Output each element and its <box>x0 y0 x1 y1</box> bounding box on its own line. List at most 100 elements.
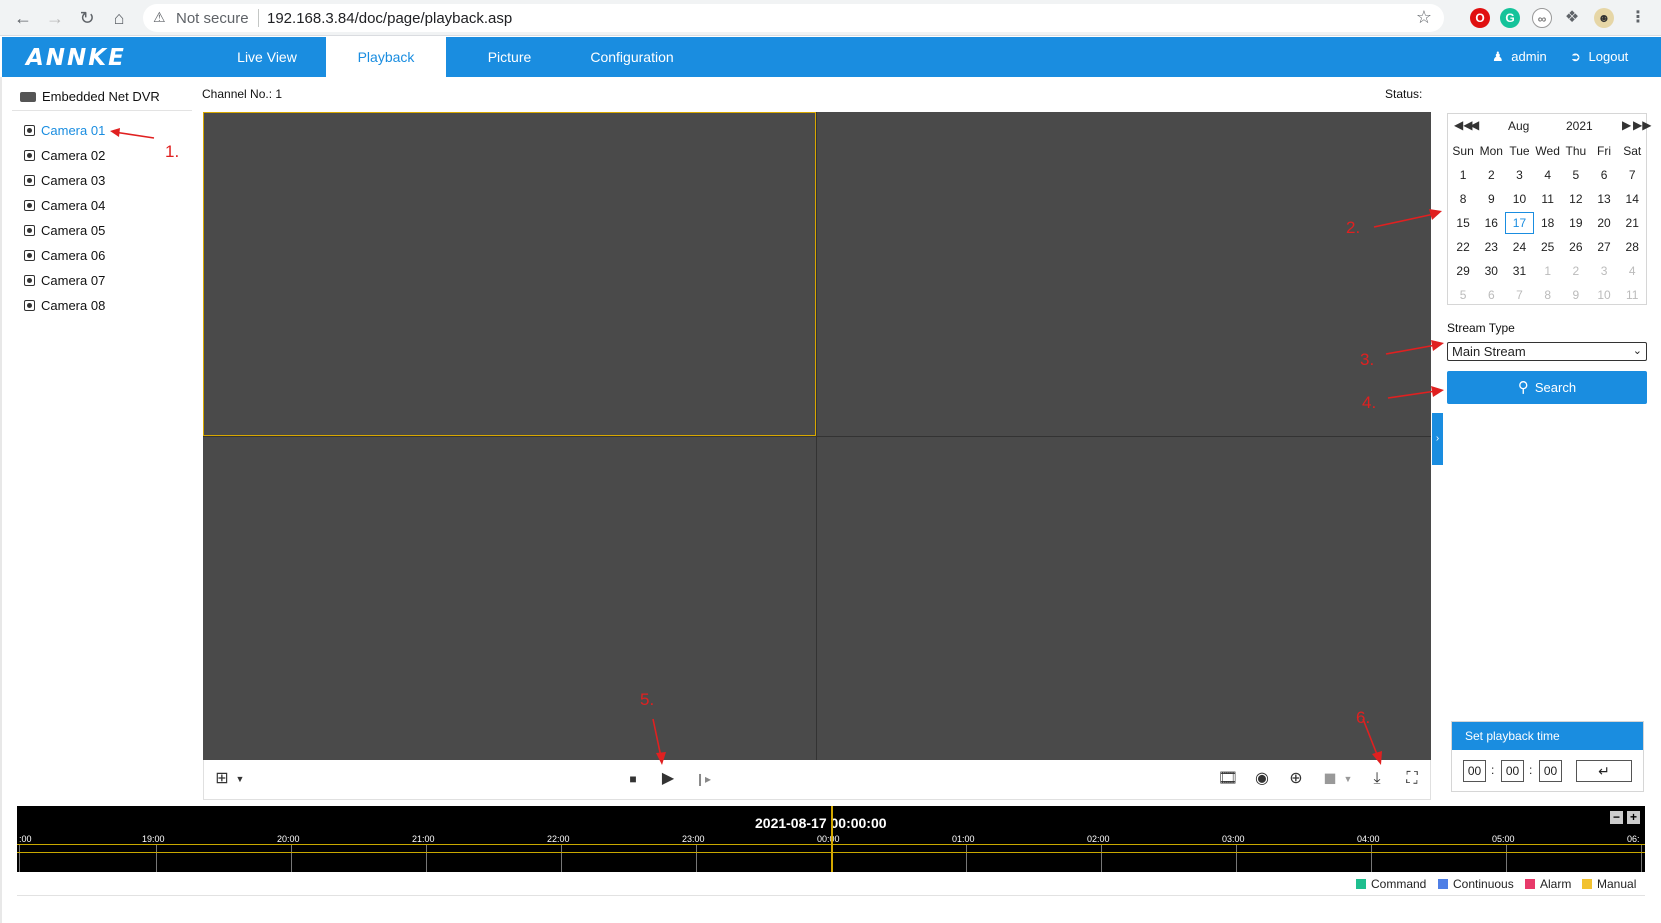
volume-dropdown-icon[interactable]: ▼ <box>1336 768 1360 790</box>
step-forward-icon[interactable]: ❙▸ <box>691 768 715 790</box>
calendar-day[interactable]: 19 <box>1562 211 1590 235</box>
camera-item-03[interactable]: Camera 03 <box>24 173 105 188</box>
calendar-day-next-month[interactable]: 6 <box>1477 283 1505 307</box>
calendar-day[interactable]: 29 <box>1449 259 1477 283</box>
tab-playback[interactable]: Playback <box>326 37 446 77</box>
calendar-day-next-month[interactable]: 11 <box>1618 283 1646 307</box>
video-pane-1[interactable] <box>203 112 816 436</box>
stop-icon[interactable]: ■ <box>621 768 645 790</box>
video-pane-2[interactable] <box>817 112 1431 436</box>
calendar-day[interactable]: 9 <box>1477 187 1505 211</box>
second-input[interactable]: 00 <box>1539 760 1562 782</box>
logout-button[interactable]: ➲ Logout <box>1570 37 1628 77</box>
calendar-day[interactable]: 26 <box>1562 235 1590 259</box>
next-month-icon[interactable]: ▶ <box>1622 118 1631 132</box>
url-text[interactable]: 192.168.3.84/doc/page/playback.asp <box>267 10 512 27</box>
snapshot-camera-icon[interactable]: ◉ <box>1250 768 1274 790</box>
calendar-day-next-month[interactable]: 3 <box>1590 259 1618 283</box>
calendar-day-next-month[interactable]: 5 <box>1449 283 1477 307</box>
calendar-day-next-month[interactable]: 1 <box>1534 259 1562 283</box>
calendar-day[interactable]: 3 <box>1505 163 1533 187</box>
extension-icon[interactable]: ∞ <box>1532 8 1552 28</box>
calendar-day-next-month[interactable]: 7 <box>1505 283 1533 307</box>
prev-month-icon[interactable]: ◀ <box>1470 118 1479 132</box>
calendar-day[interactable]: 18 <box>1534 211 1562 235</box>
timeline-zoom-out-icon[interactable]: − <box>1610 811 1623 824</box>
chevron-down-icon[interactable]: ▼ <box>228 768 252 790</box>
panel-toggle-button[interactable]: › <box>1432 413 1443 465</box>
extensions-puzzle-icon[interactable]: ❖ <box>1562 8 1582 28</box>
fullscreen-icon[interactable]: ⛶ <box>1400 768 1424 790</box>
timeline-bar[interactable]: 2021-08-17 00:00:00 − + :00 19:00 20:00 … <box>17 806 1645 872</box>
camera-item-06[interactable]: Camera 06 <box>24 248 105 263</box>
calendar-day[interactable]: 10 <box>1505 187 1533 211</box>
calendar-day[interactable]: 4 <box>1534 163 1562 187</box>
enter-button[interactable]: ↵ <box>1576 760 1632 782</box>
calendar-day[interactable]: 20 <box>1590 211 1618 235</box>
camera-item-08[interactable]: Camera 08 <box>24 298 105 313</box>
minute-input[interactable]: 00 <box>1501 760 1524 782</box>
calendar-day[interactable]: 6 <box>1590 163 1618 187</box>
camera-item-04[interactable]: Camera 04 <box>24 198 105 213</box>
weekday-label: Wed <box>1535 144 1560 158</box>
camera-item-01[interactable]: Camera 01 <box>24 123 105 138</box>
calendar-day[interactable]: 22 <box>1449 235 1477 259</box>
profile-avatar[interactable]: ☻ <box>1594 8 1614 28</box>
camera-item-07[interactable]: Camera 07 <box>24 273 105 288</box>
grammarly-extension-icon[interactable]: G <box>1500 8 1520 28</box>
calendar-day[interactable]: 16 <box>1477 211 1505 235</box>
camera-item-05[interactable]: Camera 05 <box>24 223 105 238</box>
calendar-day[interactable]: 24 <box>1505 235 1533 259</box>
next-year-icon[interactable]: ▶▶ <box>1633 118 1651 132</box>
tab-live-view[interactable]: Live View <box>192 37 342 77</box>
tab-picture[interactable]: Picture <box>462 37 557 77</box>
calendar-day[interactable]: 1 <box>1449 163 1477 187</box>
calendar-day[interactable]: 21 <box>1618 211 1646 235</box>
camera-item-02[interactable]: Camera 02 <box>24 148 105 163</box>
calendar-day-next-month[interactable]: 9 <box>1562 283 1590 307</box>
user-menu[interactable]: ♟ admin <box>1492 37 1547 77</box>
calendar-day[interactable]: 14 <box>1618 187 1646 211</box>
stream-type-select[interactable]: Main Stream ⌄ <box>1447 342 1647 361</box>
calendar-day-next-month[interactable]: 10 <box>1590 283 1618 307</box>
camera-label: Camera 03 <box>41 173 106 188</box>
calendar-day-next-month[interactable]: 4 <box>1618 259 1646 283</box>
address-bar[interactable]: ⚠ Not secure 192.168.3.84/doc/page/playb… <box>143 4 1444 32</box>
calendar-day-selected[interactable]: 17 <box>1505 212 1534 234</box>
calendar-day[interactable]: 28 <box>1618 235 1646 259</box>
reload-icon[interactable]: ↻ <box>76 7 98 29</box>
calendar-day-next-month[interactable]: 2 <box>1562 259 1590 283</box>
play-icon[interactable]: ▶ <box>656 768 680 790</box>
back-icon[interactable]: ← <box>12 7 34 29</box>
menu-dots-icon[interactable]: ⋮ <box>1628 8 1648 28</box>
device-tree-root[interactable]: Embedded Net DVR <box>20 89 160 104</box>
calendar-day-next-month[interactable]: 8 <box>1534 283 1562 307</box>
calendar-day[interactable]: 23 <box>1477 235 1505 259</box>
video-pane-4[interactable] <box>817 437 1431 760</box>
calendar-day[interactable]: 13 <box>1590 187 1618 211</box>
zoom-icon[interactable]: ⊕ <box>1284 768 1308 790</box>
calendar-day[interactable]: 2 <box>1477 163 1505 187</box>
calendar-day[interactable]: 5 <box>1562 163 1590 187</box>
home-icon[interactable]: ⌂ <box>108 7 130 29</box>
timeline-cursor[interactable] <box>831 806 833 872</box>
calendar-day[interactable]: 8 <box>1449 187 1477 211</box>
clip-icon[interactable]: 🎞 <box>1216 768 1240 790</box>
calendar-day[interactable]: 27 <box>1590 235 1618 259</box>
calendar-day[interactable]: 25 <box>1534 235 1562 259</box>
tab-configuration[interactable]: Configuration <box>572 37 692 77</box>
timeline-zoom-in-icon[interactable]: + <box>1627 811 1640 824</box>
forward-icon[interactable]: → <box>44 7 66 29</box>
bookmark-star-icon[interactable]: ☆ <box>1416 7 1432 28</box>
calendar-day[interactable]: 7 <box>1618 163 1646 187</box>
calendar-day[interactable]: 30 <box>1477 259 1505 283</box>
video-pane-3[interactable] <box>203 437 816 760</box>
calendar-day[interactable]: 12 <box>1562 187 1590 211</box>
opera-extension-icon[interactable]: O <box>1470 8 1490 28</box>
calendar-day[interactable]: 11 <box>1534 187 1562 211</box>
hour-input[interactable]: 00 <box>1463 760 1486 782</box>
download-icon[interactable]: ⤓ <box>1365 768 1389 790</box>
calendar-day[interactable]: 31 <box>1505 259 1533 283</box>
search-button[interactable]: ⚲ Search <box>1447 371 1647 404</box>
calendar-day[interactable]: 15 <box>1449 211 1477 235</box>
